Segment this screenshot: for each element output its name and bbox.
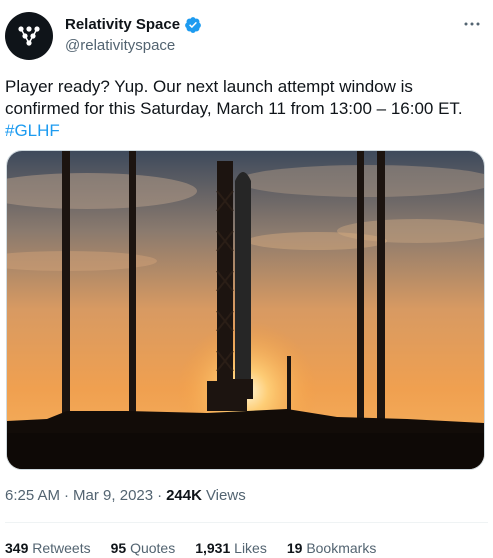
rocket-launchpad-image: [7, 151, 484, 469]
hashtag-link[interactable]: #GLHF: [5, 121, 60, 140]
quotes-count: 95: [110, 540, 127, 556]
tweet-image[interactable]: [6, 150, 485, 470]
likes-stat[interactable]: 1,931 Likes: [195, 538, 267, 558]
quotes-label: Quotes: [130, 540, 176, 556]
likes-label: Likes: [234, 540, 267, 556]
tweet-time[interactable]: 6:25 AM: [5, 486, 60, 506]
meta-separator: ·: [157, 487, 163, 504]
retweets-count: 349: [5, 540, 29, 556]
relativity-logo-icon: [18, 26, 40, 46]
divider: [5, 522, 488, 523]
meta-separator: ·: [64, 487, 70, 504]
bookmarks-label: Bookmarks: [306, 540, 377, 556]
tweet-body: Player ready? Yup. Our next launch attem…: [5, 77, 463, 118]
retweets-label: Retweets: [32, 540, 91, 556]
views-label: Views: [205, 487, 246, 504]
author-name-row[interactable]: Relativity Space: [65, 15, 202, 35]
author-handle[interactable]: @relativityspace: [65, 36, 175, 56]
views-count: 244K: [166, 487, 202, 504]
likes-count: 1,931: [195, 540, 231, 556]
more-options-icon: [464, 22, 480, 26]
tweet-text: Player ready? Yup. Our next launch attem…: [5, 76, 483, 142]
quotes-stat[interactable]: 95 Quotes: [111, 538, 176, 558]
bookmarks-count: 19: [286, 540, 303, 556]
engagement-stats: 349 Retweets 95 Quotes 1,931 Likes 19 Bo…: [5, 538, 376, 558]
avatar[interactable]: [5, 12, 53, 60]
bookmarks-stat[interactable]: 19 Bookmarks: [287, 538, 377, 558]
tweet-meta: 6:25 AM · Mar 9, 2023 · 244K Views: [5, 486, 246, 506]
author-name[interactable]: Relativity Space: [65, 15, 180, 35]
tweet-date[interactable]: Mar 9, 2023: [73, 486, 153, 506]
retweets-stat[interactable]: 349 Retweets: [5, 538, 91, 558]
more-options-button[interactable]: [462, 14, 482, 34]
verified-badge-icon: [185, 17, 201, 33]
